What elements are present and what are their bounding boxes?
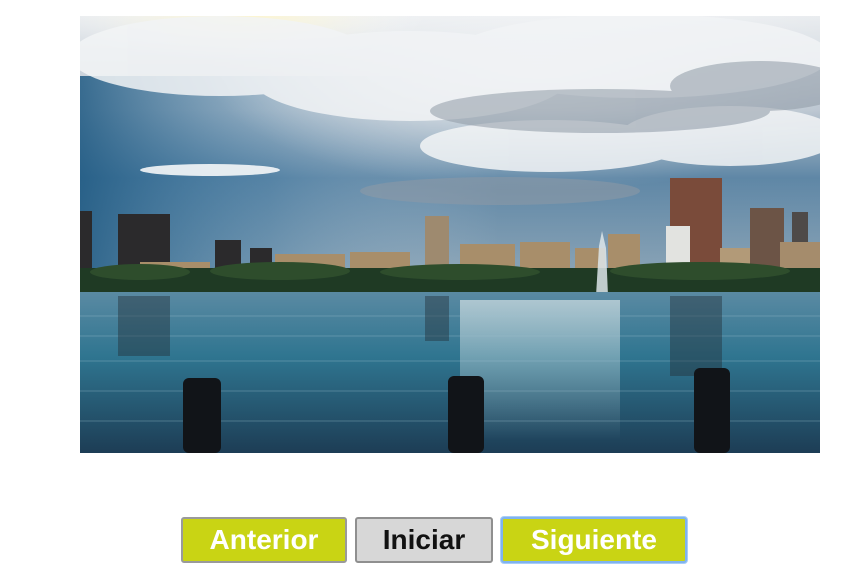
start-button[interactable]: Iniciar	[355, 517, 493, 563]
next-button[interactable]: Siguiente	[501, 517, 687, 563]
previous-button[interactable]: Anterior	[181, 517, 347, 563]
slideshow-controls: Anterior Iniciar Siguiente	[0, 517, 868, 563]
slideshow: Anterior Iniciar Siguiente	[0, 0, 868, 576]
slide-image	[80, 16, 820, 453]
